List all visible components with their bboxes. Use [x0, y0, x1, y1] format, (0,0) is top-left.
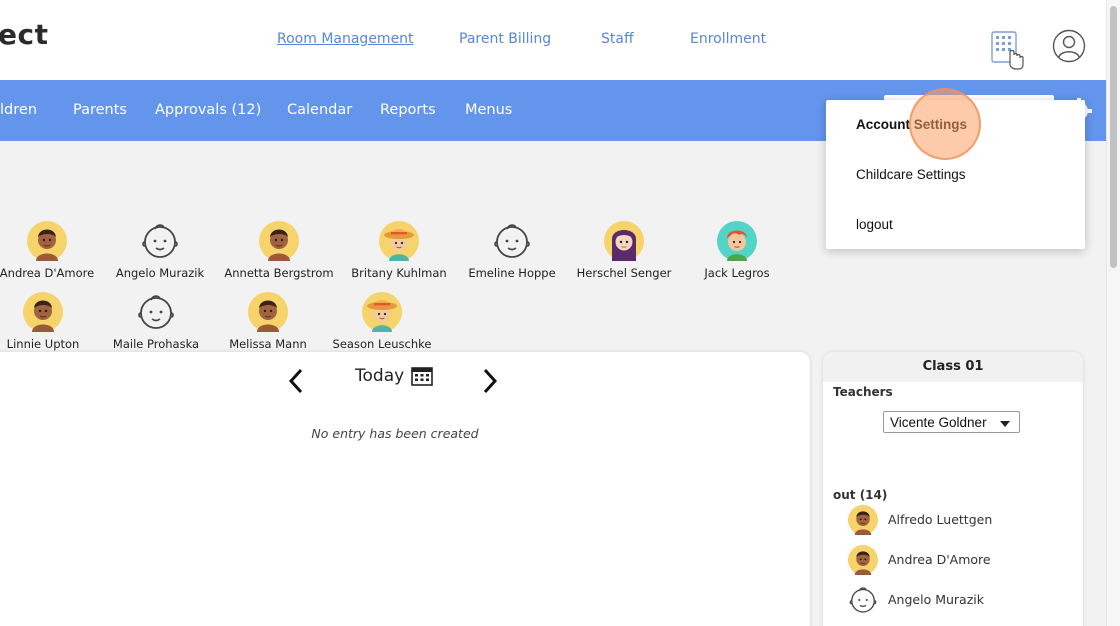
child-avatar-icon [248, 292, 288, 332]
child-avatar-icon [717, 221, 757, 261]
menu-item-childcare-settings[interactable]: Childcare Settings [856, 167, 966, 182]
nav-link-staff[interactable]: Staff [601, 31, 634, 47]
class-title: Class 01 [823, 352, 1083, 382]
child-card[interactable]: Linnie Upton [0, 292, 103, 351]
empty-entries-message: No entry has been created [311, 426, 479, 441]
chevron-left-icon[interactable] [284, 366, 308, 396]
child-card[interactable]: Herschel Senger [564, 221, 684, 280]
daily-entries-panel [0, 352, 810, 626]
current-date-label[interactable]: Today [355, 366, 404, 386]
child-name: Linnie Upton [6, 337, 80, 351]
child-card[interactable]: Britany Kuhlman [339, 221, 459, 280]
child-card[interactable]: Maile Prohaska [96, 292, 216, 351]
child-card[interactable]: Season Leuschke [322, 292, 442, 351]
top-header [0, 0, 1106, 80]
child-avatar-icon [379, 221, 419, 261]
baby-face-icon [848, 585, 878, 615]
nav-link-parent-billing[interactable]: Parent Billing [459, 31, 551, 47]
child-name: Season Leuschke [332, 337, 432, 351]
calendar-icon[interactable] [411, 366, 433, 386]
teachers-label: Teachers [833, 385, 893, 399]
baby-face-icon [492, 221, 532, 261]
child-name: Maile Prohaska [112, 337, 200, 351]
baby-face-icon [140, 221, 180, 261]
out-child-name: Angelo Murazik [888, 592, 984, 607]
child-avatar-icon [604, 221, 644, 261]
child-card[interactable]: Andrea D'Amore [0, 221, 107, 280]
keypad-touch-icon[interactable] [990, 30, 1026, 70]
child-card[interactable]: Annetta Bergstrom [219, 221, 339, 280]
child-card[interactable]: Emeline Hoppe [452, 221, 572, 280]
baby-face-icon [136, 292, 176, 332]
page-scrollbar-thumb[interactable] [1110, 6, 1117, 268]
nav-item-parents[interactable]: Parents [73, 102, 127, 118]
nav-item-calendar[interactable]: Calendar [287, 102, 352, 118]
child-card[interactable]: Jack Legros [677, 221, 797, 280]
nav-link-enrollment[interactable]: Enrollment [690, 31, 766, 47]
nav-link-room-management[interactable]: Room Management [277, 31, 414, 47]
child-name: Annetta Bergstrom [224, 266, 334, 280]
out-child-name: Andrea D'Amore [888, 552, 991, 567]
nav-item-menus[interactable]: Menus [465, 102, 512, 118]
menu-item-account-settings[interactable]: Account Settings [856, 117, 967, 132]
child-avatar-icon [848, 545, 878, 575]
nav-item-approvals[interactable]: Approvals (12) [155, 102, 261, 118]
child-card[interactable]: Angelo Murazik [100, 221, 220, 280]
child-avatar-icon [848, 505, 878, 535]
chevron-right-icon[interactable] [478, 366, 502, 396]
out-child-name: Alfredo Luettgen [888, 512, 993, 527]
teacher-select-value: Vicente Goldner [890, 415, 987, 430]
menu-item-logout[interactable]: logout [856, 217, 893, 232]
child-name: Angelo Murazik [115, 266, 205, 280]
child-name: Britany Kuhlman [351, 266, 447, 280]
nav-item-children[interactable]: ildren [0, 102, 37, 118]
child-avatar-icon [27, 221, 67, 261]
child-name: Melissa Mann [229, 337, 307, 351]
child-name: Herschel Senger [576, 266, 672, 280]
user-profile-icon[interactable] [1052, 29, 1086, 63]
caret-down-icon [1000, 421, 1010, 427]
child-name: Jack Legros [704, 266, 770, 280]
child-name: Andrea D'Amore [0, 266, 95, 280]
child-name: Emeline Hoppe [468, 266, 556, 280]
out-count-label: out (14) [833, 488, 888, 502]
child-avatar-icon [23, 292, 63, 332]
teacher-select[interactable]: Vicente Goldner [883, 411, 1020, 433]
nav-item-reports[interactable]: Reports [380, 102, 436, 118]
child-card[interactable]: Melissa Mann [208, 292, 328, 351]
app-logo[interactable]: ect [0, 18, 48, 51]
child-avatar-icon [362, 292, 402, 332]
child-avatar-icon [259, 221, 299, 261]
